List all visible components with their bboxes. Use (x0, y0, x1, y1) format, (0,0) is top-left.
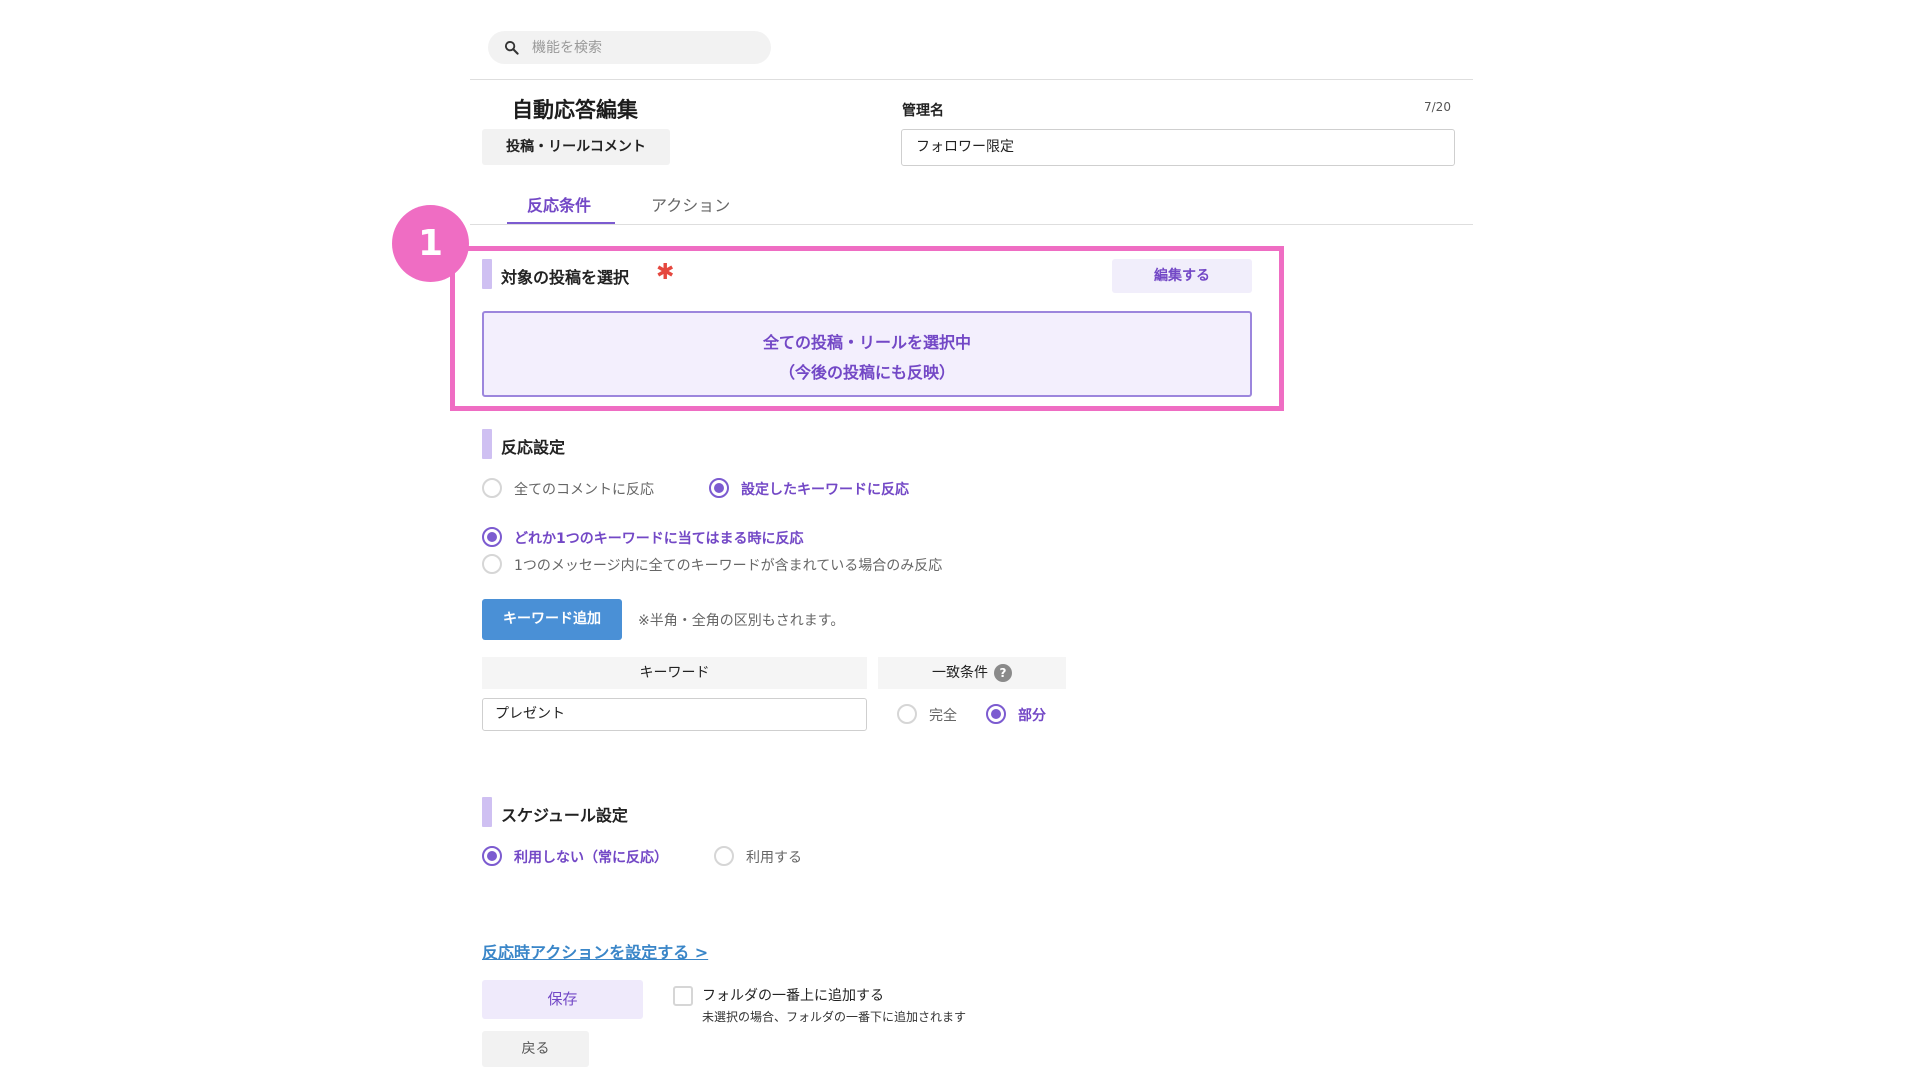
required-mark: ✱ (656, 260, 675, 285)
radio-schedule-on[interactable] (714, 846, 734, 866)
radio-all-comments-label[interactable]: 全てのコメントに反応 (514, 479, 654, 499)
step-number-badge: 1 (392, 205, 469, 282)
target-selection-line2: （今後の投稿にも反映） (778, 363, 955, 382)
page-title: 自動応答編集 (512, 98, 638, 122)
radio-keyword-reaction-label[interactable]: 設定したキーワードに反応 (741, 479, 909, 499)
add-to-top-label[interactable]: フォルダの一番上に追加する (702, 985, 884, 1005)
help-icon[interactable]: ? (994, 664, 1012, 682)
add-keyword-button[interactable]: キーワード追加 (482, 599, 622, 640)
keyword-input[interactable]: プレゼント (482, 698, 867, 731)
management-name-input[interactable]: フォロワー限定 (901, 129, 1455, 166)
radio-match-partial-label[interactable]: 部分 (1018, 705, 1046, 725)
reaction-section-title: 反応設定 (501, 438, 566, 457)
keyword-note: ※半角・全角の区別もされます。 (638, 613, 845, 629)
section-marker (482, 429, 492, 459)
match-column-header: 一致条件? (878, 657, 1066, 689)
radio-match-any-label[interactable]: どれか1つのキーワードに当てはまる時に反応 (514, 528, 803, 548)
radio-match-any[interactable] (482, 527, 502, 547)
radio-match-exact-label[interactable]: 完全 (929, 705, 957, 725)
schedule-section-title: スケジュール設定 (501, 806, 628, 825)
radio-schedule-off-label[interactable]: 利用しない（常に反応） (514, 847, 668, 867)
add-to-top-hint: 未選択の場合、フォルダの一番下に追加されます (702, 1010, 967, 1024)
set-action-link[interactable]: 反応時アクションを設定する > (482, 939, 708, 963)
radio-match-partial[interactable] (986, 704, 1006, 724)
header-divider (470, 79, 1473, 80)
search-icon (504, 40, 519, 55)
radio-match-exact[interactable] (897, 704, 917, 724)
tab-reaction-conditions[interactable]: 反応条件 (527, 192, 591, 216)
add-to-top-checkbox[interactable] (673, 986, 693, 1006)
keyword-column-header: キーワード (482, 657, 867, 689)
radio-match-all[interactable] (482, 554, 502, 574)
target-selection-line1: 全ての投稿・リールを選択中 (762, 333, 971, 352)
search-input[interactable] (532, 31, 762, 64)
section-marker (482, 797, 492, 827)
save-button[interactable]: 保存 (482, 980, 643, 1019)
type-badge: 投稿・リールコメント (482, 129, 670, 165)
tabs-divider (470, 224, 1473, 225)
search-bar[interactable] (488, 31, 771, 64)
radio-all-comments[interactable] (482, 478, 502, 498)
section-marker (482, 259, 492, 289)
match-column-label: 一致条件 (932, 665, 988, 681)
radio-schedule-on-label[interactable]: 利用する (746, 847, 802, 867)
target-selection-box[interactable]: 全ての投稿・リールを選択中 （今後の投稿にも反映） (482, 311, 1252, 397)
back-button[interactable]: 戻る (482, 1031, 589, 1067)
target-section-title: 対象の投稿を選択 (501, 268, 630, 287)
radio-match-all-label[interactable]: 1つのメッセージ内に全てのキーワードが含まれている場合のみ反応 (514, 555, 942, 575)
radio-keyword-reaction[interactable] (709, 478, 729, 498)
management-name-count: 7/20 (1424, 100, 1451, 114)
tab-actions[interactable]: アクション (651, 192, 730, 216)
radio-schedule-off[interactable] (482, 846, 502, 866)
edit-button[interactable]: 編集する (1112, 259, 1252, 293)
management-name-label: 管理名 (902, 103, 944, 119)
